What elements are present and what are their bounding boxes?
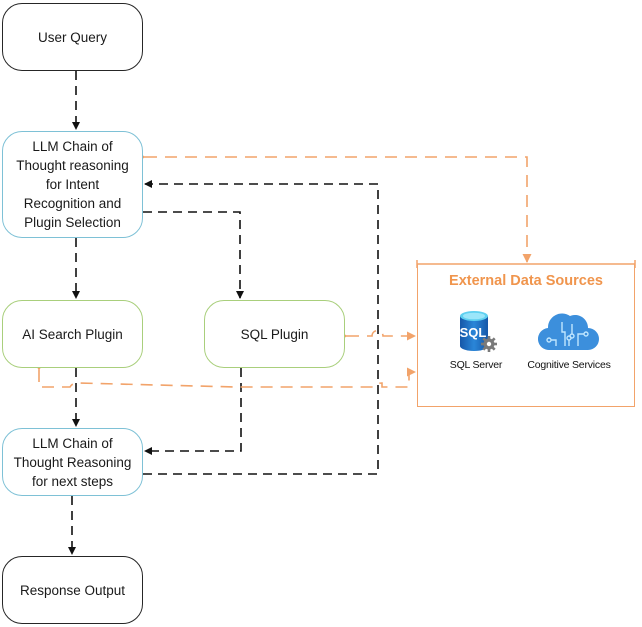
- sql-server-icon: SQL: [460, 311, 497, 352]
- sql-plugin-node[interactable]: SQL Plugin: [204, 300, 345, 368]
- sql-server-label: SQL Server: [449, 359, 503, 371]
- sql-plugin-label: SQL Plugin: [240, 326, 309, 342]
- edge-sql-plugin-to-llm-next: [144, 368, 242, 455]
- user-query-node[interactable]: User Query: [2, 3, 143, 71]
- sql-server-source[interactable]: SQL SQL Server: [440, 310, 512, 371]
- cognitive-services-source[interactable]: Cognitive Services: [517, 310, 621, 371]
- gear-icon: [481, 336, 497, 352]
- ai-search-plugin-node[interactable]: AI Search Plugin: [2, 300, 143, 368]
- svg-text:SQL: SQL: [460, 325, 487, 340]
- edge-llm-intent-to-sql-plugin: [143, 211, 244, 299]
- llm-intent-reasoning-label: LLM Chain of Thought reasoning for Inten…: [16, 139, 129, 230]
- llm-intent-reasoning-node[interactable]: LLM Chain of Thought reasoning for Inten…: [2, 131, 143, 238]
- llm-next-steps-label: LLM Chain of Thought Reasoning for next …: [13, 435, 132, 489]
- cognitive-services-icon: [537, 313, 599, 351]
- external-data-sources-title: External Data Sources: [449, 273, 603, 289]
- llm-next-steps-node[interactable]: LLM Chain of Thought Reasoning for next …: [2, 428, 143, 496]
- edge-ai-search-to-external: [34, 362, 416, 388]
- user-query-label: User Query: [37, 29, 108, 45]
- response-output-node[interactable]: Response Output: [2, 556, 143, 624]
- edge-external-to-llm-intent: [137, 152, 532, 263]
- cognitive-services-label: Cognitive Services: [527, 359, 611, 371]
- ai-search-plugin-label: AI Search Plugin: [22, 326, 123, 342]
- response-output-label: Response Output: [19, 582, 126, 598]
- edge-external-to-sql-plugin: [339, 329, 416, 341]
